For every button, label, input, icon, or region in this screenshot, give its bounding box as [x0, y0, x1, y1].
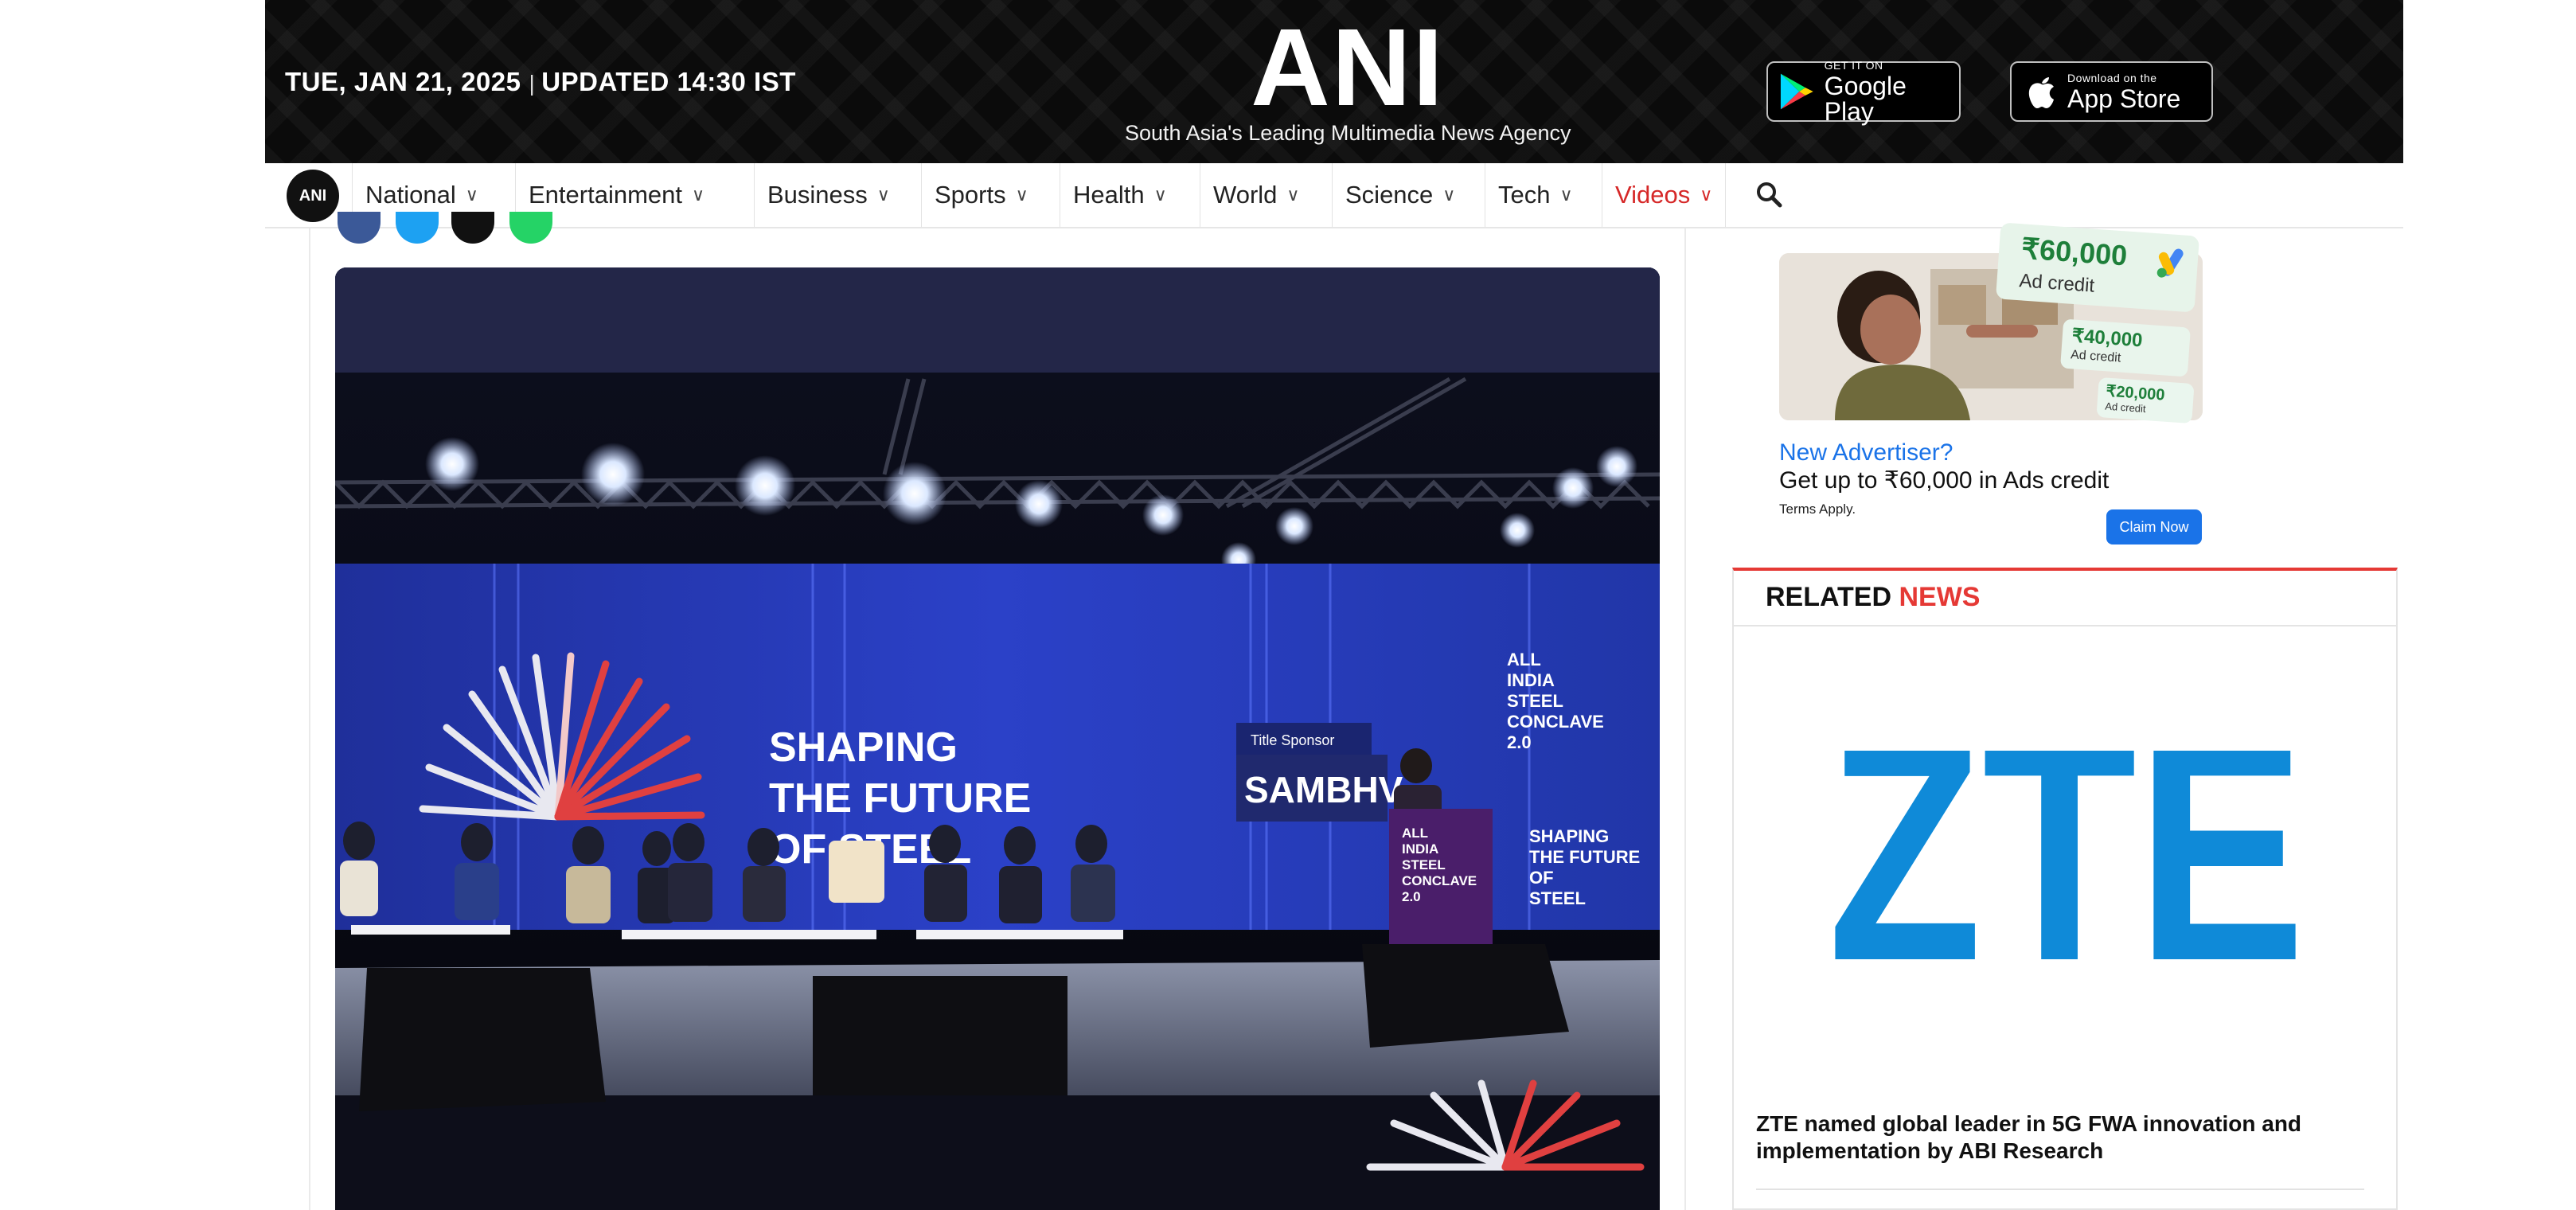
chevron-down-icon: ∨ [1153, 185, 1167, 205]
related-title-part1: RELATED [1766, 582, 1892, 612]
podium-text-line: CONCLAVE [1402, 873, 1477, 888]
related-news-title: RELATED NEWS [1766, 582, 1980, 613]
podium-text-line: STEEL [1402, 857, 1446, 872]
site-header: TUE, JAN 21, 2025 | UPDATED 14:30 IST ANI … [265, 0, 2403, 163]
date-line: TUE, JAN 21, 2025 | UPDATED 14:30 IST [285, 67, 796, 97]
apple-icon [2028, 77, 2054, 108]
nav-label: Tech [1498, 181, 1551, 209]
article-photo: SHAPING THE FUTURE OF STEEL Title Sponso… [335, 267, 1660, 1210]
right-screen-line: INDIA [1507, 670, 1555, 690]
ad-claim-button[interactable]: Claim Now [2106, 509, 2202, 544]
nav-logo[interactable]: ANI [287, 170, 339, 222]
app-store-small: Download on the [2067, 71, 2157, 84]
nav-label: World [1213, 181, 1278, 209]
chevron-down-icon: ∨ [1442, 185, 1456, 205]
conclave-stage-photo: SHAPING THE FUTURE OF STEEL Title Sponso… [335, 267, 1660, 1210]
nav-label: Business [767, 181, 868, 209]
right-screen-tag-line: SHAPING [1529, 826, 1609, 846]
right-screen-tag-line: OF [1529, 868, 1554, 888]
nav-label: Sports [935, 181, 1006, 209]
related-title-part2: NEWS [1899, 582, 1981, 612]
zte-logo-image[interactable]: ZTE [1820, 751, 2313, 989]
ad-banner[interactable]: ₹60,000 Ad credit ₹40,000 Ad credit ₹20,… [1771, 222, 2209, 556]
related-news-header: RELATED NEWS [1734, 571, 2396, 626]
nav-item-tech[interactable]: Tech ∨ [1485, 163, 1602, 227]
chevron-down-icon: ∨ [1700, 185, 1713, 205]
google-play-label: Google Play [1824, 71, 1907, 126]
nav-item-world[interactable]: World ∨ [1200, 163, 1332, 227]
stage-text-line1: SHAPING [769, 724, 958, 771]
right-screen-line: ALL [1507, 650, 1541, 669]
chevron-down-icon: ∨ [465, 185, 478, 205]
chevron-down-icon: ∨ [1015, 185, 1028, 205]
chevron-down-icon: ∨ [1559, 185, 1573, 205]
right-screen-tag-line: THE FUTURE [1529, 847, 1640, 867]
chevron-down-icon: ∨ [1286, 185, 1300, 205]
ad-credit-value: ₹60,000 [2020, 232, 2129, 272]
nav-label: Health [1073, 181, 1145, 209]
google-ads-icon [2156, 248, 2184, 278]
nav-label: Videos [1615, 181, 1691, 209]
podium-text-line: 2.0 [1402, 889, 1421, 904]
ad-credit-label: Ad credit [2104, 400, 2147, 416]
current-date: TUE, JAN 21, 2025 [285, 67, 521, 96]
ad-terms: Terms Apply. [1779, 502, 1856, 517]
google-play-small: GET IT ON [1824, 58, 1883, 72]
main-nav: ANI National ∨ Entertainment ∨ Business ∨ S… [265, 163, 2403, 228]
nav-item-business[interactable]: Business ∨ [754, 163, 921, 227]
updated-time: UPDATED 14:30 IST [541, 67, 796, 96]
right-screen-line: CONCLAVE [1507, 712, 1604, 732]
ad-credit-card-medium: ₹40,000 Ad credit [2060, 318, 2191, 377]
nav-label: Entertainment [529, 181, 682, 209]
google-play-icon [1780, 73, 1813, 110]
site-tagline: South Asia's Leading Multimedia News Age… [1125, 121, 1571, 145]
title-sponsor-text: Title Sponsor [1251, 732, 1334, 748]
nav-label: Science [1345, 181, 1434, 209]
right-screen-line: 2.0 [1507, 732, 1532, 752]
ad-credit-label: Ad credit [2018, 270, 2096, 297]
right-screen-tag-line: STEEL [1529, 888, 1586, 908]
zte-logo-text: ZTE [1828, 751, 2305, 989]
ad-headline: Get up to ₹60,000 in Ads credit [1779, 467, 2110, 494]
nav-label: National [365, 181, 456, 209]
podium-text-line: ALL [1402, 826, 1428, 841]
related-news-panel: RELATED NEWS ZTE ZTE named global leader… [1732, 568, 2398, 1210]
ad-question: New Advertiser? [1779, 439, 1953, 466]
related-news-headline[interactable]: ZTE named global leader in 5G FWA innova… [1756, 1110, 2361, 1165]
chevron-down-icon: ∨ [876, 185, 890, 205]
related-divider [1756, 1189, 2364, 1190]
right-screen-line: STEEL [1507, 691, 1563, 711]
nav-item-videos[interactable]: Videos ∨ [1602, 163, 1726, 227]
nav-item-sports[interactable]: Sports ∨ [921, 163, 1060, 227]
date-separator: | [529, 71, 536, 96]
google-play-button[interactable]: GET IT ON Google Play [1766, 58, 1961, 126]
app-store-label: App Store [2067, 84, 2181, 113]
chevron-down-icon: ∨ [692, 185, 705, 205]
stage-text-line2: THE FUTURE [769, 775, 1031, 822]
app-store-button[interactable]: Download on the App Store [2010, 61, 2213, 122]
ad-credit-label: Ad credit [2070, 348, 2121, 365]
sponsor-logo-text: SAMBHV [1244, 769, 1403, 810]
podium-text-line: INDIA [1402, 841, 1438, 857]
ad-credit-value: ₹40,000 [2071, 325, 2144, 352]
ad-credit-card-small: ₹20,000 Ad credit [2096, 377, 2195, 424]
ad-credit-card-large: ₹60,000 Ad credit [1995, 222, 2200, 313]
nav-item-health[interactable]: Health ∨ [1060, 163, 1200, 227]
site-logo[interactable]: ANI [1204, 13, 1491, 123]
search-icon[interactable] [1754, 179, 1786, 211]
nav-item-science[interactable]: Science ∨ [1332, 163, 1485, 227]
